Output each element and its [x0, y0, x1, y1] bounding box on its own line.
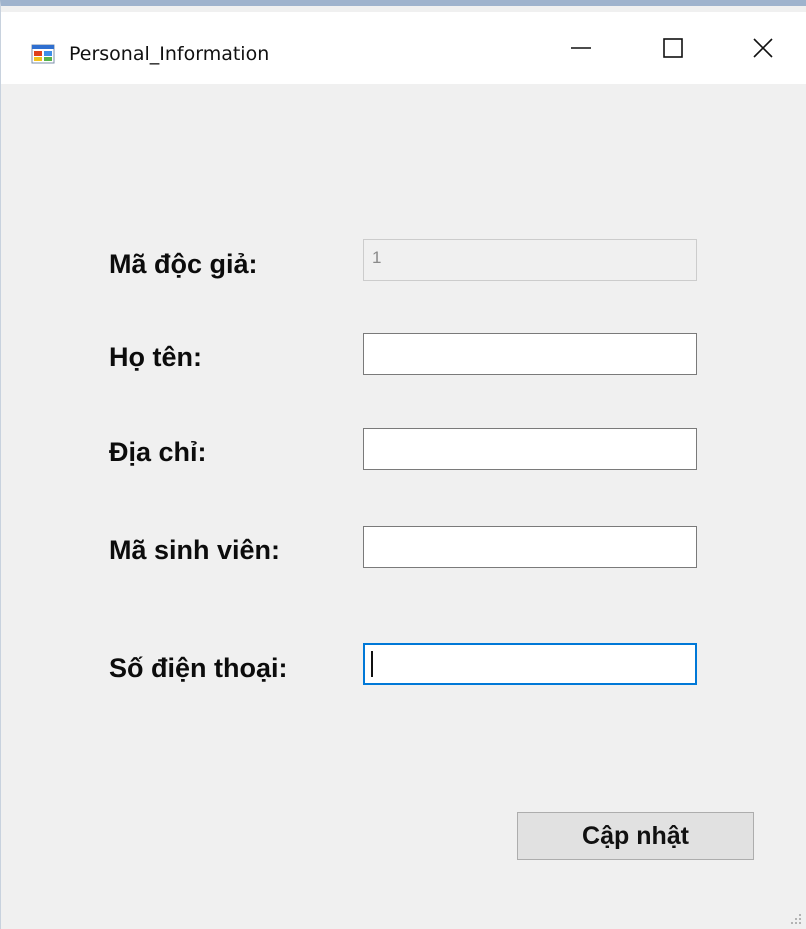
- close-button[interactable]: [718, 12, 806, 84]
- app-icon: [31, 44, 55, 64]
- full-name-input[interactable]: [363, 333, 697, 375]
- update-button[interactable]: Cập nhật: [517, 812, 754, 860]
- phone-input[interactable]: [363, 643, 697, 685]
- address-label: Địa chỉ:: [109, 437, 207, 467]
- reader-id-label: Mã độc giả:: [109, 249, 258, 279]
- reader-id-input: 1: [363, 239, 697, 281]
- app-window: Personal_Information Mã độc giả: 1 Họ tê…: [0, 0, 806, 929]
- student-id-label: Mã sinh viên:: [109, 535, 281, 565]
- address-input[interactable]: [363, 428, 697, 470]
- maximize-button[interactable]: [628, 12, 718, 84]
- minimize-icon: [571, 47, 591, 49]
- text-caret: [371, 651, 373, 677]
- resize-grip-icon[interactable]: [788, 911, 802, 925]
- minimize-button[interactable]: [536, 12, 626, 84]
- phone-label: Số điện thoại:: [109, 653, 288, 683]
- window-title: Personal_Information: [69, 43, 270, 65]
- close-icon: [753, 38, 773, 58]
- full-name-label: Họ tên:: [109, 342, 202, 372]
- reader-id-value: 1: [372, 248, 382, 267]
- maximize-icon: [663, 38, 683, 58]
- student-id-input[interactable]: [363, 526, 697, 568]
